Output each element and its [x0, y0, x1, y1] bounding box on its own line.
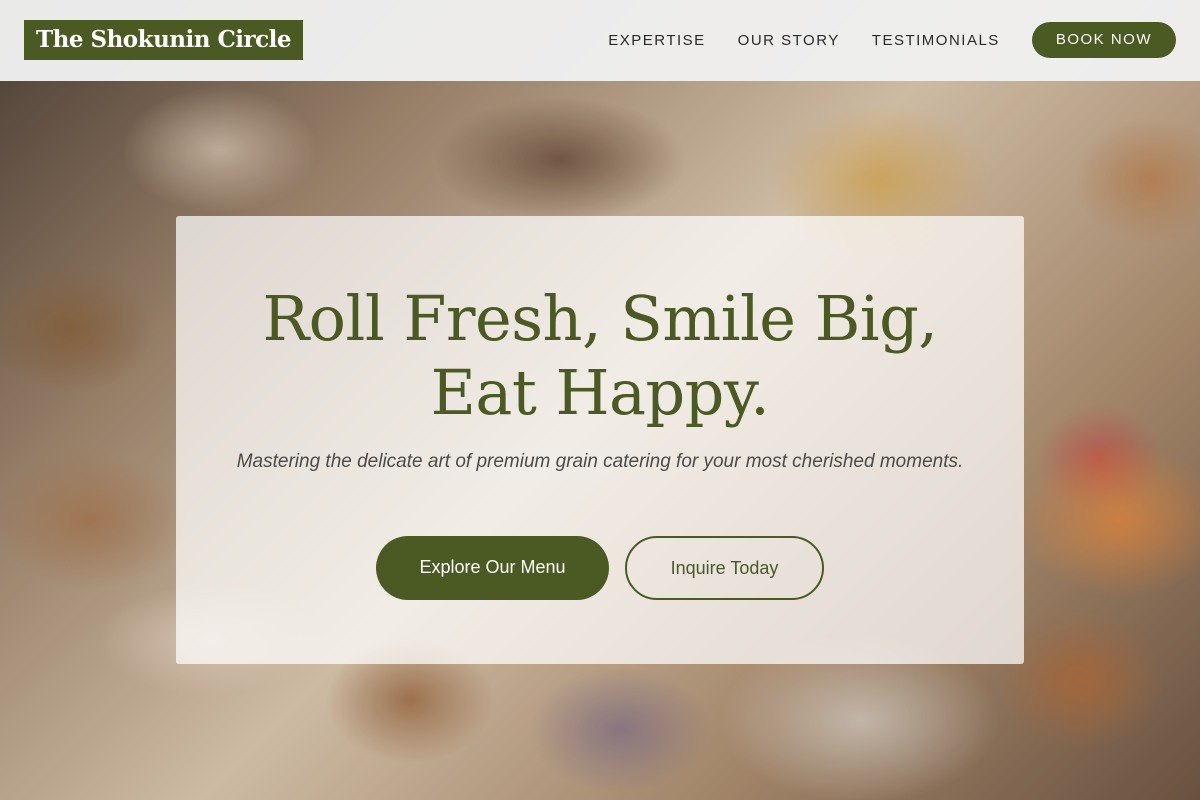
site-header: The Shokunin Circle EXPERTISE OUR STORY …	[0, 0, 1200, 81]
hero-title-line-2: Eat Happy.	[430, 356, 770, 429]
hero-subtitle: Mastering the delicate art of premium gr…	[236, 451, 964, 472]
page: The Shokunin Circle EXPERTISE OUR STORY …	[0, 0, 1200, 800]
explore-menu-button[interactable]: Explore Our Menu	[376, 536, 609, 600]
nav-link-our-story[interactable]: OUR STORY	[738, 32, 840, 49]
inquire-today-button[interactable]: Inquire Today	[625, 536, 824, 600]
book-now-button[interactable]: BOOK NOW	[1031, 22, 1176, 58]
nav-link-expertise[interactable]: EXPERTISE	[608, 32, 705, 49]
main-nav: EXPERTISE OUR STORY TESTIMONIALS BOOK NO…	[608, 22, 1176, 58]
hero-title: Roll Fresh, Smile Big, Eat Happy.	[176, 282, 1024, 430]
hero-card: Roll Fresh, Smile Big, Eat Happy. Master…	[176, 216, 1024, 664]
nav-link-testimonials[interactable]: TESTIMONIALS	[872, 32, 1000, 49]
logo[interactable]: The Shokunin Circle	[24, 20, 304, 60]
hero-title-line-1: Roll Fresh, Smile Big,	[262, 282, 939, 355]
